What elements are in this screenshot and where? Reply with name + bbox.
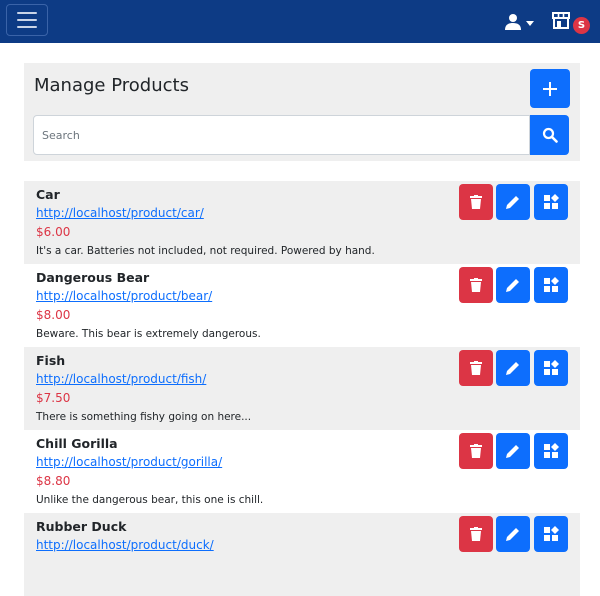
grid-plus-icon — [544, 526, 559, 541]
chevron-down-icon — [526, 20, 534, 26]
product-url-link[interactable]: http://localhost/product/car/ — [36, 206, 204, 220]
product-row: Dangerous Bear http://localhost/product/… — [24, 264, 580, 347]
search-input[interactable] — [33, 115, 530, 155]
trash-icon — [470, 361, 482, 375]
product-url-link[interactable]: http://localhost/product/gorilla/ — [36, 455, 222, 469]
product-description: Beware. This bear is extremely dangerous… — [36, 328, 261, 340]
edit-button[interactable] — [496, 350, 530, 386]
manage-button[interactable] — [534, 433, 568, 469]
grid-plus-icon — [544, 360, 559, 375]
product-name: Dangerous Bear — [36, 270, 150, 285]
page-title: Manage Products — [34, 75, 189, 96]
delete-button[interactable] — [459, 350, 493, 386]
hamburger-menu-icon — [17, 19, 37, 21]
add-product-button[interactable] — [530, 69, 570, 108]
row-actions — [459, 267, 568, 303]
hamburger-menu-icon — [17, 12, 37, 14]
edit-button[interactable] — [496, 516, 530, 552]
hamburger-menu-button[interactable] — [6, 4, 48, 36]
delete-button[interactable] — [459, 516, 493, 552]
manage-button[interactable] — [534, 267, 568, 303]
row-actions — [459, 184, 568, 220]
plus-icon — [543, 81, 557, 96]
product-list: Car http://localhost/product/car/ $6.00 … — [24, 181, 580, 596]
manage-button[interactable] — [534, 184, 568, 220]
trash-icon — [470, 444, 482, 458]
search-button[interactable] — [530, 115, 569, 155]
edit-button[interactable] — [496, 184, 530, 220]
product-description: It's a car. Batteries not included, not … — [36, 245, 375, 257]
row-actions — [459, 433, 568, 469]
search-icon — [542, 127, 558, 143]
top-navbar: S — [0, 0, 600, 43]
product-description: Unlike the dangerous bear, this one is c… — [36, 494, 264, 506]
grid-plus-icon — [544, 194, 559, 209]
product-price: $8.80 — [36, 474, 71, 488]
product-price: $6.00 — [36, 225, 71, 239]
product-name: Car — [36, 187, 60, 202]
row-actions — [459, 516, 568, 552]
product-row: Rubber Duck http://localhost/product/duc… — [24, 513, 580, 596]
pencil-icon — [506, 279, 519, 292]
pencil-icon — [506, 528, 519, 541]
product-row: Fish http://localhost/product/fish/ $7.5… — [24, 347, 580, 430]
delete-button[interactable] — [459, 184, 493, 220]
pencil-icon — [506, 196, 519, 209]
manage-products-panel: Manage Products — [24, 63, 580, 161]
storefront-icon — [552, 12, 570, 29]
user-icon — [505, 14, 521, 30]
hamburger-menu-icon — [17, 26, 37, 28]
edit-button[interactable] — [496, 433, 530, 469]
product-url-link[interactable]: http://localhost/product/fish/ — [36, 372, 206, 386]
trash-icon — [470, 527, 482, 541]
product-description: There is something fishy going on here..… — [36, 411, 252, 423]
store-button[interactable]: S — [551, 10, 591, 36]
trash-icon — [470, 278, 482, 292]
manage-button[interactable] — [534, 516, 568, 552]
product-name: Fish — [36, 353, 66, 368]
product-price: $7.50 — [36, 391, 71, 405]
product-row: Car http://localhost/product/car/ $6.00 … — [24, 181, 580, 264]
product-url-link[interactable]: http://localhost/product/duck/ — [36, 538, 214, 552]
product-url-link[interactable]: http://localhost/product/bear/ — [36, 289, 212, 303]
product-name: Rubber Duck — [36, 519, 127, 534]
row-actions — [459, 350, 568, 386]
user-menu-dropdown[interactable] — [504, 12, 540, 32]
grid-plus-icon — [544, 443, 559, 458]
cart-count-badge: S — [573, 17, 590, 34]
product-name: Chill Gorilla — [36, 436, 118, 451]
pencil-icon — [506, 362, 519, 375]
delete-button[interactable] — [459, 267, 493, 303]
grid-plus-icon — [544, 277, 559, 292]
pencil-icon — [506, 445, 519, 458]
edit-button[interactable] — [496, 267, 530, 303]
trash-icon — [470, 195, 482, 209]
product-row: Chill Gorilla http://localhost/product/g… — [24, 430, 580, 513]
manage-button[interactable] — [534, 350, 568, 386]
product-price: $8.00 — [36, 308, 71, 322]
delete-button[interactable] — [459, 433, 493, 469]
